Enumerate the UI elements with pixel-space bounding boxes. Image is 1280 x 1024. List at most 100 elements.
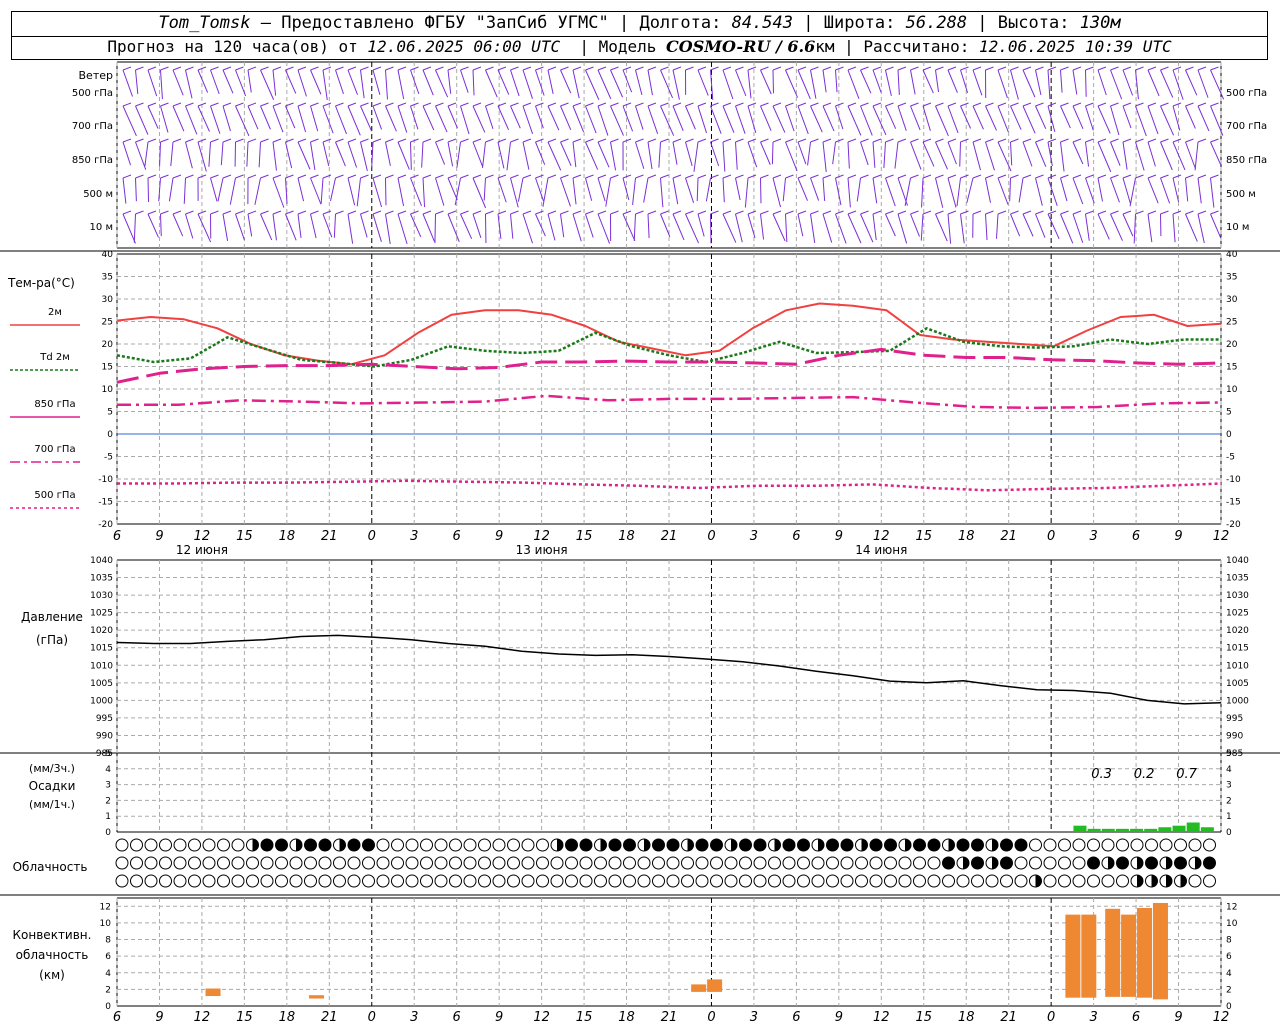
hour-axis-label: 6 [453,1010,461,1024]
wind-barb-flag [460,210,469,215]
wind-barb-flag [910,138,919,143]
wind-barb [472,105,486,133]
wind-barb-flag [847,66,857,71]
wind-barb [135,69,139,95]
cloud-cover-circle [275,874,288,888]
wind-barb-flag [860,66,869,71]
wind-barb-flag [847,174,857,179]
conv-title-line: Конвективн. [13,928,92,942]
hour-axis-label: 18 [618,1010,635,1024]
wind-barb [510,213,514,239]
temp-tick-label: 30 [1226,295,1238,305]
wind-barb-flag [422,102,432,107]
hour-axis-label: 15 [576,1010,593,1024]
wind-barb [597,213,611,244]
wind-barb [835,177,842,206]
wind-barb-flag [1097,66,1107,71]
precip-tick-label: 4 [105,765,111,775]
wind-barb-flag [147,138,157,143]
wind-barb [247,105,259,130]
wind-barb-flag [1010,174,1019,179]
wind-barb-flag [1160,138,1169,143]
cloud-cover-half [774,839,781,851]
wind-barb [1085,141,1090,167]
precip-tick-label: 0 [1226,828,1232,838]
wind-barb [997,69,1008,99]
pressure-title: Давление [21,610,83,624]
wind-barb-flag [897,174,907,179]
wind-level-label: 500 м [1226,189,1256,200]
wind-barb-flag [985,210,994,215]
wind-barb-flag [1160,174,1169,179]
wind-barb [1072,105,1084,129]
wind-barb-flag [685,66,694,71]
wind-barb [635,105,644,130]
wind-barb-flag [672,138,682,143]
cloud-cover-circle [1058,874,1071,888]
cloud-cover-circle [869,856,883,870]
wind-barb-flag [1047,210,1057,215]
wind-barb-flag [610,102,619,107]
wind-barb [1172,213,1176,243]
wind-barb [535,177,544,202]
wind-barb [1160,69,1174,98]
cloud-cover-circle [956,874,970,888]
wind-barb-flag [635,66,644,71]
wind-barb [966,177,974,203]
wind-barb [722,177,725,203]
hour-axis-label: 21 [661,1010,678,1024]
wind-barb-flag [685,138,694,143]
wind-barb-flag [697,102,707,107]
wind-barb [272,69,277,96]
wind-barb-flag [447,174,457,179]
wind-barb-flag [1185,102,1194,107]
wind-barb-flag [635,102,644,107]
wind-barb [985,177,991,203]
cloud-cover-circle [869,838,883,852]
wind-barb-flag [1097,138,1107,143]
wind-barb-flag [335,210,344,215]
hour-axis-label: 6 [1132,1010,1140,1024]
wind-barb [1210,69,1225,100]
cloud-cover-circle [695,856,709,870]
cloud-cover-circle [1145,856,1158,870]
wind-barb [229,177,236,205]
wind-barb-flag [247,210,257,215]
wind-barb [1133,213,1136,244]
wind-barb [1072,213,1084,243]
cloud-cover-circle [536,874,549,888]
wind-barb [1185,213,1198,242]
wind-barb-flag [710,210,719,215]
cloud-cover-circle [913,874,926,888]
wind-barb [522,213,534,244]
temp-tick-label: 40 [102,250,114,260]
wind-barb [760,141,771,165]
cloud-cover-circle [1188,874,1202,888]
conv-tick-label: 0 [1226,1002,1232,1012]
precip-bar [1087,828,1101,832]
wind-barb [1147,213,1153,243]
cloud-cover-circle [884,838,897,852]
wind-barb-flag [897,66,907,71]
cloud-cover-circle [231,874,245,888]
cloud-cover-circle [202,856,216,870]
wind-barb-flag [647,66,657,71]
wind-barb [1010,213,1021,237]
wind-barb-flag [710,66,719,71]
wind-barb [572,105,585,133]
wind-barb-flag [1072,66,1082,71]
wind-barb-flag [560,102,569,107]
wind-barb [210,105,221,134]
wind-barb-flag [472,66,482,71]
wind-barb [904,177,911,206]
wind-barb [597,105,609,136]
wind-barb-flag [647,138,657,143]
wind-barb [647,213,650,239]
temp-tick-label: -5 [104,453,113,463]
wind-barb-flag [1085,102,1094,107]
cloud-cover-circle [1058,838,1071,852]
wind-barb-flag [297,174,307,179]
cloud-cover-circle [405,856,419,870]
wind-barb-flag [660,102,669,107]
wind-barb [1072,141,1084,165]
